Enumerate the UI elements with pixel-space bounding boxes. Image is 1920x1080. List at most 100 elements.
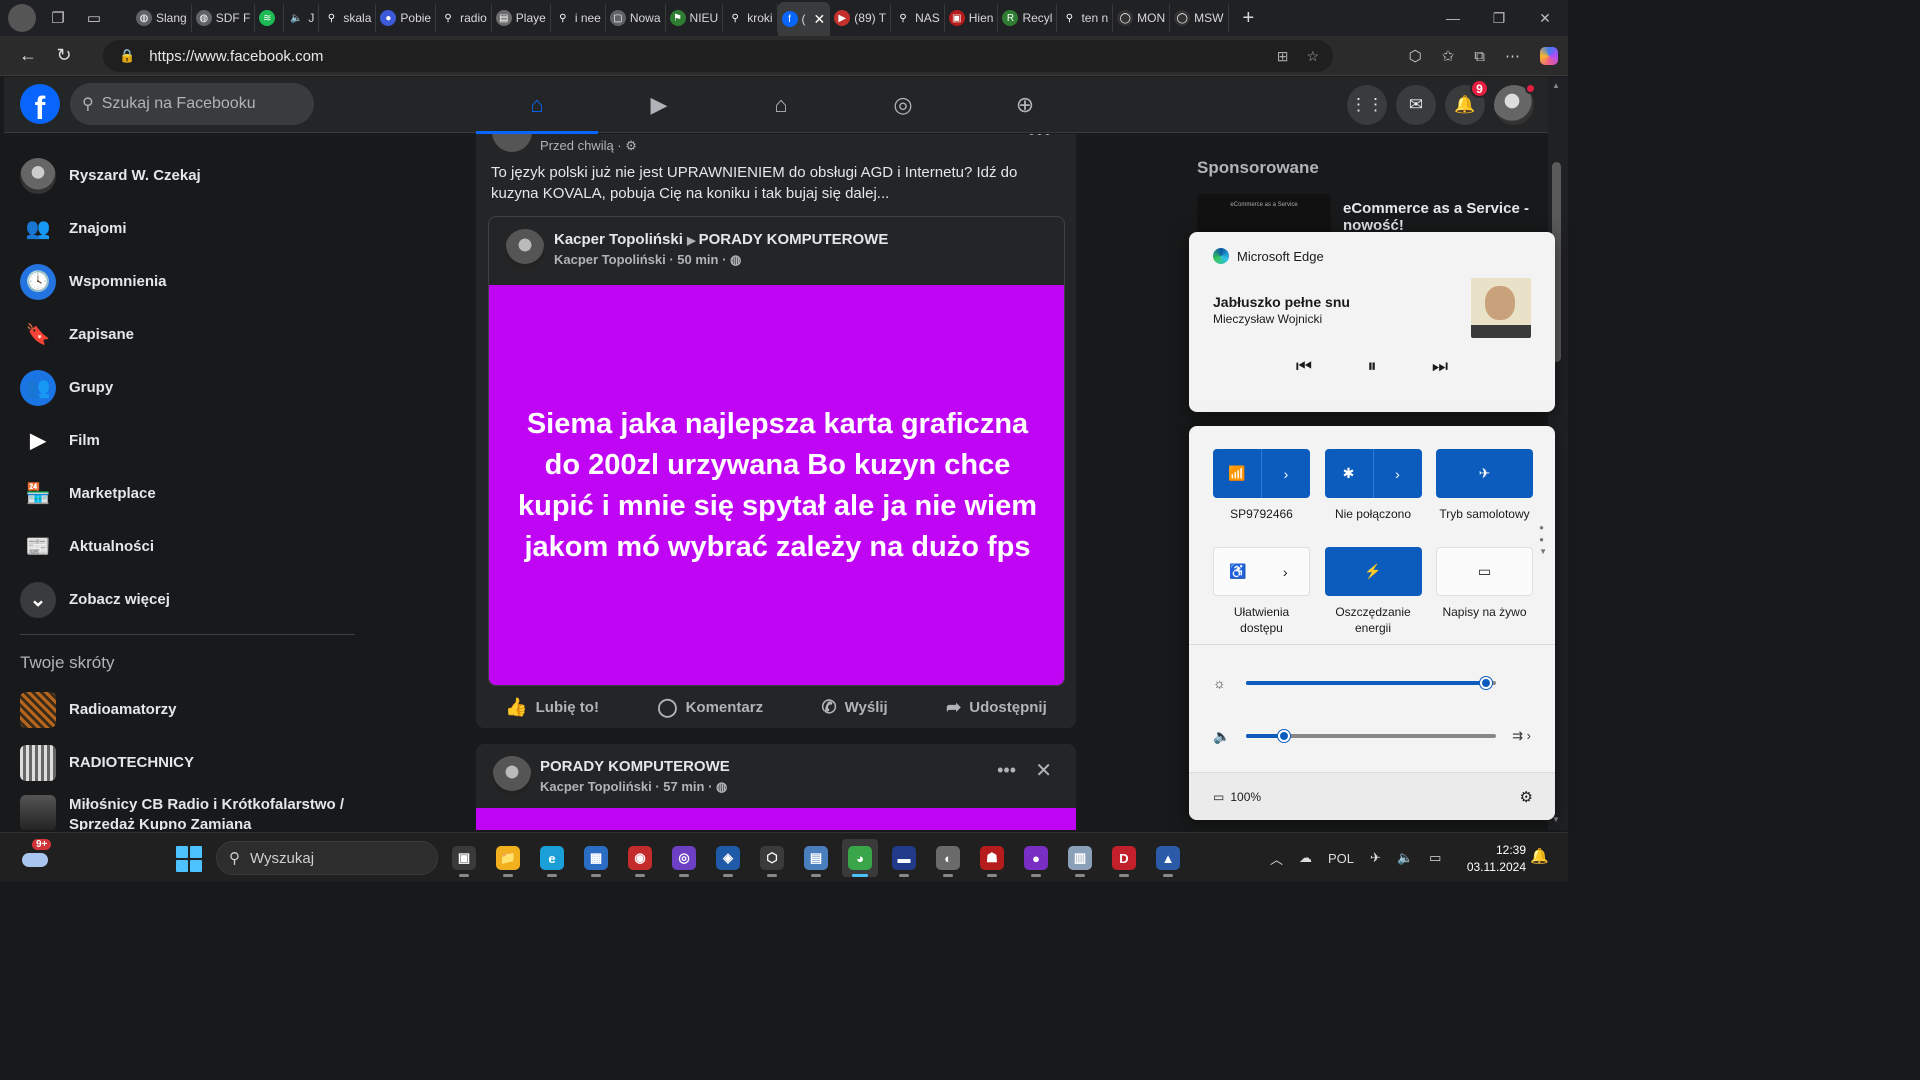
next-track-icon[interactable]: ⏭ xyxy=(1427,356,1453,377)
taskbar-app-app-tool[interactable]: ▥ xyxy=(1062,839,1098,877)
clock[interactable]: 12:39 03.11.2024 xyxy=(1467,842,1526,876)
close-window-button[interactable]: ✕ xyxy=(1522,0,1568,36)
battery-percent[interactable]: 100% xyxy=(1230,790,1261,804)
shared-group-name[interactable]: PORADY KOMPUTEROWE xyxy=(699,231,889,248)
chevron-right-icon[interactable]: › xyxy=(1262,548,1310,595)
browser-tab[interactable]: ◯ MSW xyxy=(1170,4,1229,32)
post-author-avatar[interactable] xyxy=(492,134,532,152)
post-options-icon[interactable]: ••• xyxy=(997,760,1016,781)
comment-button[interactable]: ◯ Komentarz xyxy=(657,697,763,718)
browser-tab[interactable]: ▢ Nowa xyxy=(606,4,666,32)
browser-tab[interactable]: ◍ Slang xyxy=(132,4,192,32)
brightness-knob[interactable] xyxy=(1480,677,1492,689)
sidebar-item[interactable]: 🔖 Zapisane xyxy=(4,308,364,361)
maximize-button[interactable]: ❐ xyxy=(1476,0,1522,36)
menu-button[interactable]: ⋮⋮ xyxy=(1347,85,1387,125)
brightness-slider[interactable] xyxy=(1246,677,1496,689)
messenger-button[interactable]: ✉ xyxy=(1396,85,1436,125)
taskbar-app-app-globe[interactable]: ◕ xyxy=(842,839,878,877)
sidebar-item[interactable]: 🏪 Marketplace xyxy=(4,467,364,520)
shared-author-name[interactable]: Kacper Topoliński xyxy=(554,231,683,248)
facebook-search-input[interactable]: ⚲ Szukaj na Facebooku xyxy=(70,83,314,125)
quick-setting-tile[interactable]: ✱ › xyxy=(1324,449,1422,498)
sidebar-item[interactable]: Ryszard W. Czekaj xyxy=(4,149,364,202)
shortcut-item[interactable]: RADIOTECHNICY xyxy=(4,736,364,789)
taskbar-app-app-triangle[interactable]: ▲ xyxy=(1150,839,1186,877)
app-available-icon[interactable]: ⊞ xyxy=(1277,48,1289,65)
sidebar-item[interactable]: ▶ Film xyxy=(4,414,364,467)
audio-output-icon[interactable]: ⇉ › xyxy=(1512,728,1531,744)
taskbar-app-task-view[interactable]: ▣ xyxy=(446,839,482,877)
page-indicator[interactable]: ● ● ▼ xyxy=(1539,522,1547,558)
post-author-avatar[interactable] xyxy=(492,756,532,796)
browser-tab[interactable]: ⚲ ten n xyxy=(1057,4,1114,32)
taskbar-app-app-hat[interactable]: ☗ xyxy=(974,839,1010,877)
taskbar-app-app-purple[interactable]: ◎ xyxy=(666,839,702,877)
marketplace-tab[interactable]: ⌂ xyxy=(720,77,842,133)
account-avatar[interactable] xyxy=(1494,83,1536,125)
post-timestamp[interactable]: Przed chwilą · ⚙ xyxy=(540,138,637,154)
volume-knob[interactable] xyxy=(1277,730,1290,742)
tab-actions-icon[interactable]: ▭ xyxy=(80,4,108,32)
workspaces-icon[interactable]: ❐ xyxy=(44,4,72,32)
groups-tab[interactable]: ◎ xyxy=(842,77,964,133)
taskbar-app-app-save[interactable]: ▬ xyxy=(886,839,922,877)
onedrive-icon[interactable]: ☁ xyxy=(1299,850,1312,866)
copilot-icon[interactable] xyxy=(1540,47,1558,65)
shared-post[interactable]: Kacper Topoliński ▶ PORADY KOMPUTEROWE K… xyxy=(488,216,1065,686)
airplane-icon[interactable]: ✈ xyxy=(1370,850,1381,866)
browser-tab[interactable]: 🔈 J xyxy=(284,4,320,32)
browser-tab[interactable]: ⚲ kroki xyxy=(723,4,778,32)
weather-widget[interactable]: 9+ xyxy=(20,839,52,873)
taskbar-app-file-explorer[interactable]: 📁 xyxy=(490,839,526,877)
quick-setting-tile[interactable]: ✈ xyxy=(1436,449,1533,498)
minimize-button[interactable]: — xyxy=(1430,0,1476,36)
new-tab-button[interactable]: + xyxy=(1229,7,1269,30)
hide-post-icon[interactable]: ✕ xyxy=(1035,758,1052,783)
shortcut-item[interactable]: Radioamatorzy xyxy=(4,683,364,736)
ad-thumbnail[interactable]: eCommerce as a Service xyxy=(1197,194,1331,234)
battery-icon[interactable]: ▭ xyxy=(1429,850,1441,866)
pause-icon[interactable]: ⏸ xyxy=(1359,356,1385,377)
favorites-icon[interactable]: ✩ xyxy=(1442,47,1455,65)
sidebar-item[interactable]: 🕓 Wspomnienia xyxy=(4,255,364,308)
previous-track-icon[interactable]: ⏮ xyxy=(1291,356,1317,377)
browser-tab[interactable]: ⚲ skala xyxy=(319,4,377,32)
browser-tab[interactable]: ⚲ i nee xyxy=(551,4,606,32)
profile-icon[interactable] xyxy=(8,4,36,32)
ad-title[interactable]: eCommerce as a Service - nowość! xyxy=(1343,200,1533,234)
browser-tab[interactable]: ⚲ radio xyxy=(436,4,492,32)
notification-center-icon[interactable]: 🔔 xyxy=(1530,847,1549,865)
shared-author-avatar[interactable] xyxy=(505,229,545,269)
taskbar-app-edge[interactable]: e xyxy=(534,839,570,877)
favorite-star-icon[interactable]: ☆ xyxy=(1306,48,1319,65)
settings-gear-icon[interactable]: ⚙ xyxy=(1520,788,1533,806)
quick-setting-tile[interactable]: 📶 › xyxy=(1213,449,1310,498)
sidebar-item[interactable]: 👥 Znajomi xyxy=(4,202,364,255)
browser-tab[interactable]: ≋ xyxy=(255,4,285,32)
home-tab[interactable]: ⌂ xyxy=(476,77,598,134)
scroll-up-icon[interactable]: ▲ xyxy=(1552,81,1560,90)
browser-tab[interactable]: ⚑ NIEU xyxy=(666,4,724,32)
sidebar-item[interactable]: 📰 Aktualności xyxy=(4,520,364,573)
video-tab[interactable]: ▶ xyxy=(598,77,720,133)
quick-setting-tile[interactable]: ♿ › xyxy=(1213,547,1310,596)
speaker-icon[interactable]: 🔈 xyxy=(1397,850,1413,866)
volume-slider[interactable] xyxy=(1246,730,1496,742)
gaming-tab[interactable]: ⊕ xyxy=(964,77,1086,133)
sidebar-item[interactable]: 👥 Grupy xyxy=(4,361,364,414)
notifications-button[interactable]: 🔔 9 xyxy=(1445,79,1489,125)
facebook-logo[interactable]: f xyxy=(20,84,60,124)
refresh-button[interactable]: ↻ xyxy=(46,38,82,74)
chevron-right-icon[interactable]: › xyxy=(1374,449,1422,498)
taskbar-app-app-blue[interactable]: ◈ xyxy=(710,839,746,877)
browser-tab[interactable]: ◯ MON xyxy=(1113,4,1171,32)
close-tab-icon[interactable]: ✕ xyxy=(814,11,826,28)
taskbar-app-app-d[interactable]: D xyxy=(1106,839,1142,877)
share-button[interactable]: ➦ Udostępnij xyxy=(946,697,1047,718)
chevron-up-icon[interactable]: ︿ xyxy=(1270,849,1283,868)
browser-tab[interactable]: ⚲ NAS xyxy=(891,4,945,32)
browser-tab[interactable]: f(✕ xyxy=(777,2,831,36)
taskbar-app-app-disk[interactable]: ◐ xyxy=(930,839,966,877)
send-button[interactable]: ✆ Wyślij xyxy=(822,697,888,718)
